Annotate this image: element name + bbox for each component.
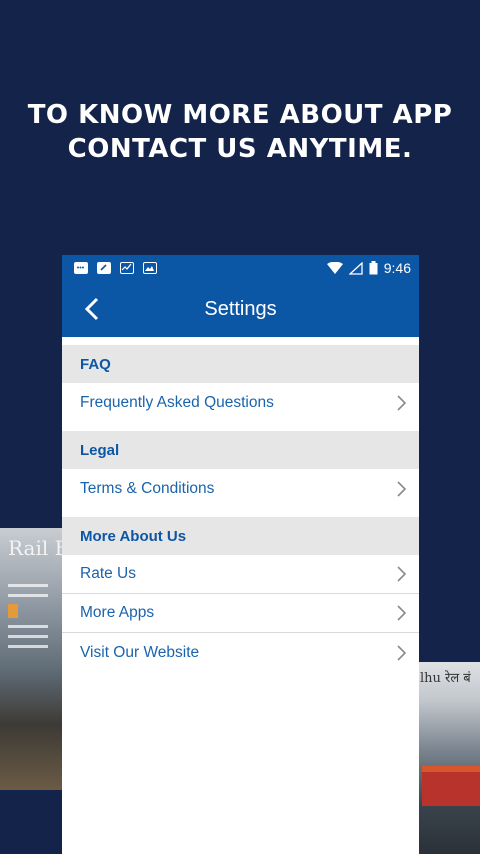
section-header-faq: FAQ bbox=[62, 345, 419, 383]
section-header-more-about-us: More About Us bbox=[62, 517, 419, 555]
back-button[interactable] bbox=[78, 295, 106, 323]
chart-icon bbox=[120, 262, 134, 274]
list-item-label: More Apps bbox=[80, 604, 155, 621]
magazine-left-masthead: Rail Ba bbox=[8, 536, 64, 560]
chevron-right-icon bbox=[397, 395, 407, 411]
app-bar: Settings bbox=[62, 281, 419, 337]
image-icon bbox=[143, 262, 157, 274]
magazine-right-masthead: lhu रेल बं bbox=[420, 671, 471, 686]
list-item-visit-website[interactable]: Visit Our Website bbox=[62, 633, 419, 672]
list-item-faq[interactable]: Frequently Asked Questions bbox=[62, 383, 419, 431]
headline-line-2: CONTACT US ANYTIME. bbox=[67, 134, 413, 164]
chat-icon bbox=[74, 262, 88, 274]
chevron-right-icon bbox=[397, 644, 407, 661]
train-image bbox=[422, 766, 480, 806]
status-bar: 9:46 bbox=[62, 255, 419, 281]
edit-icon bbox=[97, 262, 111, 274]
signal-icon bbox=[348, 261, 363, 275]
section-header-legal: Legal bbox=[62, 431, 419, 469]
chevron-right-icon bbox=[397, 481, 407, 497]
phone-screen: 9:46 Settings FAQ Frequently Asked Quest… bbox=[62, 255, 419, 854]
list-item-terms[interactable]: Terms & Conditions bbox=[62, 469, 419, 517]
magazine-cover-left: Rail Ba bbox=[0, 528, 64, 790]
chevron-right-icon bbox=[397, 566, 407, 582]
battery-icon bbox=[369, 261, 378, 275]
promo-headline: TO KNOW MORE ABOUT APP CONTACT US ANYTIM… bbox=[0, 98, 480, 166]
list-item-label: Terms & Conditions bbox=[80, 480, 215, 497]
chevron-right-icon bbox=[397, 605, 407, 621]
status-time: 9:46 bbox=[383, 260, 411, 276]
list-item-label: Rate Us bbox=[80, 565, 136, 582]
list-item-rate-us[interactable]: Rate Us bbox=[62, 555, 419, 594]
magazine-cover-right: lhu रेल बं bbox=[418, 662, 480, 854]
wifi-icon bbox=[326, 262, 343, 274]
chevron-left-icon bbox=[84, 297, 99, 321]
list-item-label: Visit Our Website bbox=[80, 643, 200, 661]
list-item-more-apps[interactable]: More Apps bbox=[62, 594, 419, 633]
list-item-label: Frequently Asked Questions bbox=[80, 394, 274, 411]
headline-line-1: TO KNOW MORE ABOUT APP bbox=[27, 100, 453, 130]
page-title: Settings bbox=[204, 297, 277, 320]
